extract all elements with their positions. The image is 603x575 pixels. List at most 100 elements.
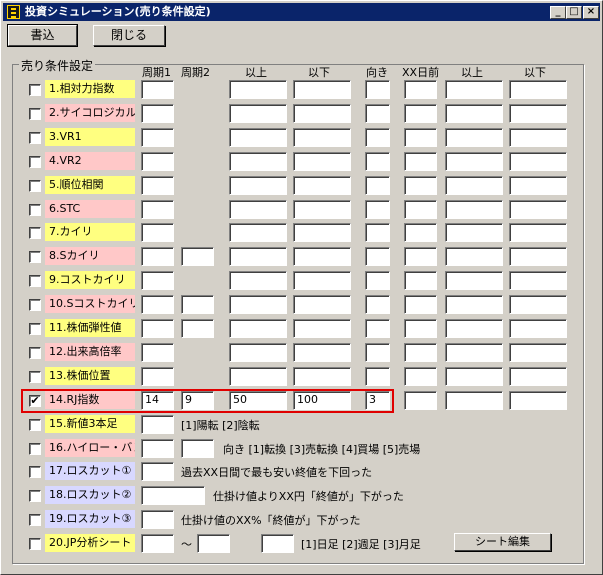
condition-checkbox[interactable] [29, 538, 41, 551]
min2-field[interactable] [445, 342, 503, 362]
max1-field[interactable] [293, 295, 351, 315]
max2-field[interactable] [509, 247, 567, 267]
direction-field[interactable] [365, 151, 390, 171]
from-field[interactable] [141, 534, 174, 554]
condition-checkbox[interactable] [29, 227, 41, 240]
condition-checkbox[interactable] [29, 203, 41, 216]
xxdays-field[interactable] [404, 199, 437, 219]
min2-field[interactable] [445, 247, 503, 267]
max1-field[interactable] [293, 175, 351, 195]
max2-field[interactable] [509, 103, 567, 123]
direction-field[interactable] [365, 127, 390, 147]
xxdays-field[interactable] [404, 342, 437, 362]
max2-field[interactable] [509, 366, 567, 386]
title-bar[interactable]: 投資シミュレーション(売り条件設定) _ □ × [3, 3, 600, 21]
min1-field[interactable] [229, 199, 287, 219]
condition-checkbox[interactable] [29, 155, 41, 168]
period2-field[interactable] [181, 247, 214, 267]
period2-field[interactable] [181, 295, 214, 315]
value-field[interactable] [141, 510, 174, 530]
max1-field[interactable] [293, 247, 351, 267]
write-button[interactable]: 書込 [7, 24, 78, 47]
condition-checkbox[interactable] [29, 84, 41, 96]
period1-field[interactable] [141, 271, 174, 291]
condition-checkbox[interactable] [29, 323, 41, 335]
max1-field[interactable] [293, 271, 351, 291]
xxdays-field[interactable] [404, 390, 437, 410]
max2-field[interactable] [509, 199, 567, 219]
period1-field[interactable] [141, 366, 174, 386]
direction-field[interactable] [365, 366, 390, 386]
xxdays-field[interactable] [404, 223, 437, 243]
min2-field[interactable] [445, 366, 503, 386]
max2-field[interactable] [509, 175, 567, 195]
max1-field[interactable] [293, 103, 351, 123]
period1-field[interactable] [141, 342, 174, 362]
condition-checkbox[interactable] [29, 370, 41, 383]
xxdays-field[interactable] [404, 127, 437, 147]
min1-field[interactable] [229, 295, 287, 315]
condition-checkbox[interactable] [29, 275, 41, 288]
direction-field[interactable] [365, 199, 390, 219]
xxdays-field[interactable] [404, 247, 437, 267]
max1-field[interactable] [293, 366, 351, 386]
condition-checkbox[interactable] [29, 251, 41, 264]
max2-field[interactable] [509, 223, 567, 243]
min2-field[interactable] [445, 390, 503, 410]
xxdays-field[interactable] [404, 175, 437, 195]
max1-field[interactable] [293, 199, 351, 219]
to-field[interactable] [197, 534, 230, 554]
min2-field[interactable] [445, 103, 503, 123]
max2-field[interactable] [509, 319, 567, 338]
timeframe-field[interactable] [261, 534, 294, 554]
max2-field[interactable] [509, 390, 567, 410]
period1-field[interactable] [141, 175, 174, 195]
min2-field[interactable] [445, 199, 503, 219]
min2-field[interactable] [445, 80, 503, 99]
max2-field[interactable] [509, 151, 567, 171]
period1-field[interactable] [141, 127, 174, 147]
min1-field[interactable] [229, 319, 287, 338]
direction-field[interactable] [365, 223, 390, 243]
period1-field[interactable] [141, 199, 174, 219]
max2-field[interactable] [509, 127, 567, 147]
xxdays-field[interactable] [404, 319, 437, 338]
min1-field[interactable] [229, 342, 287, 362]
direction-field[interactable] [365, 80, 390, 99]
period1-field[interactable] [141, 438, 174, 458]
direction-field[interactable] [365, 319, 390, 338]
xxdays-field[interactable] [404, 366, 437, 386]
xxdays-field[interactable] [404, 271, 437, 291]
min1-field[interactable] [229, 151, 287, 171]
max2-field[interactable] [509, 80, 567, 99]
max1-field[interactable] [293, 223, 351, 243]
condition-checkbox[interactable] [29, 299, 41, 312]
max1-field[interactable] [293, 342, 351, 362]
period1-field[interactable] [141, 319, 174, 338]
value-field[interactable] [141, 462, 174, 482]
min1-field[interactable] [229, 175, 287, 195]
max2-field[interactable] [509, 342, 567, 362]
direction-field[interactable] [365, 247, 390, 267]
period1-field[interactable] [141, 295, 174, 315]
direction-field[interactable] [365, 271, 390, 291]
direction-field[interactable] [365, 342, 390, 362]
minimize-icon[interactable]: _ [550, 6, 566, 19]
xxdays-field[interactable] [404, 103, 437, 123]
min2-field[interactable] [445, 319, 503, 338]
close-button[interactable]: 閉じる [93, 25, 165, 46]
max2-field[interactable] [509, 271, 567, 291]
min1-field[interactable] [229, 247, 287, 267]
condition-checkbox[interactable] [29, 179, 41, 192]
condition-checkbox[interactable] [29, 418, 41, 431]
period1-field[interactable] [141, 414, 174, 434]
condition-checkbox[interactable] [29, 346, 41, 359]
close-icon[interactable]: × [583, 6, 599, 19]
max1-field[interactable] [293, 151, 351, 171]
min1-field[interactable] [229, 223, 287, 243]
xxdays-field[interactable] [404, 80, 437, 99]
condition-checkbox[interactable] [29, 466, 41, 479]
period1-field[interactable] [141, 247, 174, 267]
min2-field[interactable] [445, 151, 503, 171]
condition-checkbox[interactable] [29, 490, 41, 503]
